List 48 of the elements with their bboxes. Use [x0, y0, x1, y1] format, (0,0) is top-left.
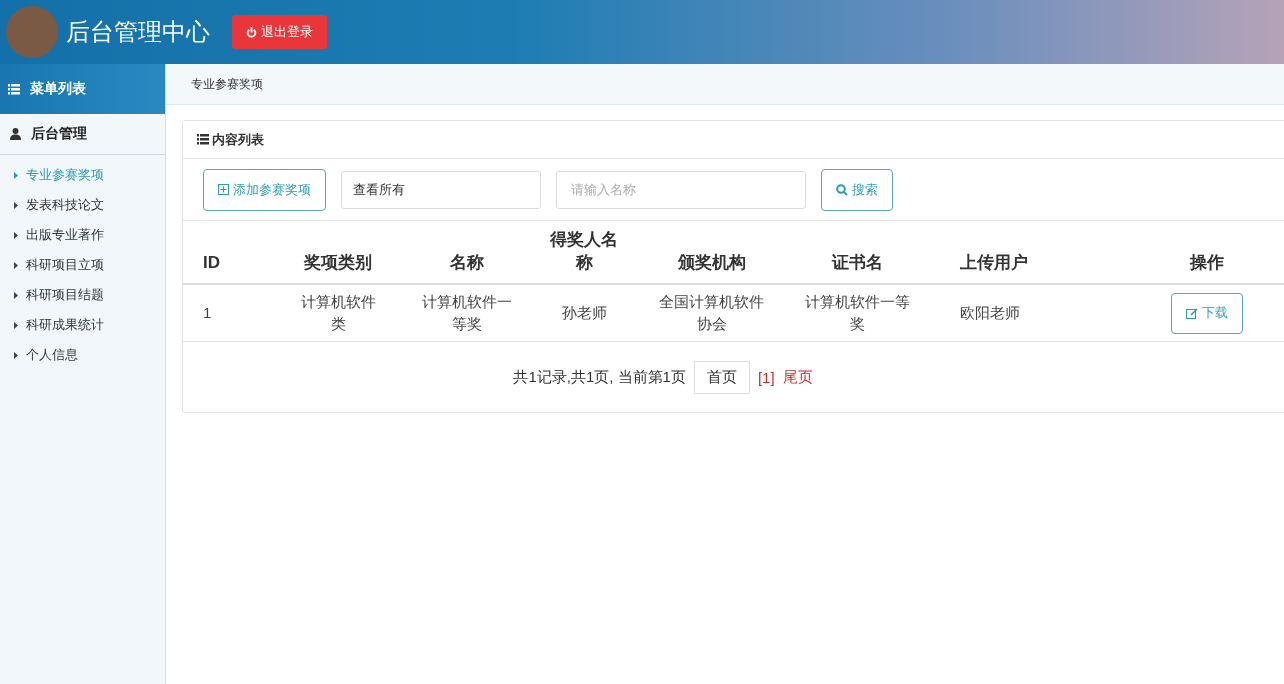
plus-square-icon	[218, 184, 229, 195]
column-header: 颁奖机构	[648, 221, 775, 284]
column-header: ID	[183, 221, 263, 284]
caret-icon	[14, 351, 18, 359]
table-cell: 计算机软件一等奖	[775, 283, 940, 342]
column-header: 操作	[1090, 221, 1284, 284]
user-icon	[10, 128, 21, 140]
breadcrumb: 专业参赛奖项	[191, 75, 263, 93]
menu-icon	[8, 83, 20, 95]
search-icon	[836, 183, 848, 196]
sidebar-item[interactable]: 科研项目结题	[0, 280, 165, 310]
caret-icon	[14, 171, 18, 179]
table-cell: 孙老师	[520, 283, 648, 342]
caret-icon	[14, 291, 18, 299]
column-header: 名称	[413, 221, 520, 284]
app-title: 后台管理中心	[66, 17, 210, 47]
table-cell: 1	[183, 283, 263, 342]
table-cell: 计算机软件一等奖	[413, 283, 520, 342]
power-icon	[246, 26, 257, 38]
avatar-circle	[6, 6, 58, 58]
sidebar-item[interactable]: 科研成果统计	[0, 310, 165, 340]
table-cell: 计算机软件类	[263, 283, 413, 342]
logout-button[interactable]: 退出登录	[232, 15, 327, 49]
column-header: 证书名	[775, 221, 940, 284]
column-header: 得奖人名称	[520, 221, 648, 284]
caret-icon	[14, 201, 18, 209]
caret-icon	[14, 321, 18, 329]
column-header: 上传用户	[940, 221, 1090, 284]
section-title: 后台管理	[31, 125, 87, 143]
panel-title: 内容列表	[212, 130, 264, 149]
caret-icon	[14, 261, 18, 269]
sidebar-item[interactable]: 科研项目立项	[0, 250, 165, 280]
caret-icon	[14, 231, 18, 239]
column-header: 奖项类别	[263, 221, 413, 284]
sidebar-item[interactable]: 个人信息	[0, 340, 165, 370]
table-cell: 全国计算机软件协会	[648, 283, 775, 342]
sidebar-item[interactable]: 发表科技论文	[0, 190, 165, 220]
filter-dropdown[interactable]: 查看所有	[341, 170, 541, 209]
pagination-summary: 共1记录,共1页, 当前第1页	[513, 367, 686, 387]
table-cell: 欧阳老师	[940, 283, 1090, 342]
first-page-button[interactable]: 首页	[693, 360, 750, 394]
edit-icon	[1185, 307, 1198, 319]
menu-icon	[197, 134, 209, 145]
sidebar-title: 菜单列表	[30, 80, 86, 98]
sidebar-item[interactable]: 出版专业著作	[0, 220, 165, 250]
current-page-link[interactable]: [1]	[757, 368, 775, 386]
search-field[interactable]: 请输入名称	[556, 170, 806, 209]
last-page-link[interactable]: 尾页	[782, 367, 813, 387]
